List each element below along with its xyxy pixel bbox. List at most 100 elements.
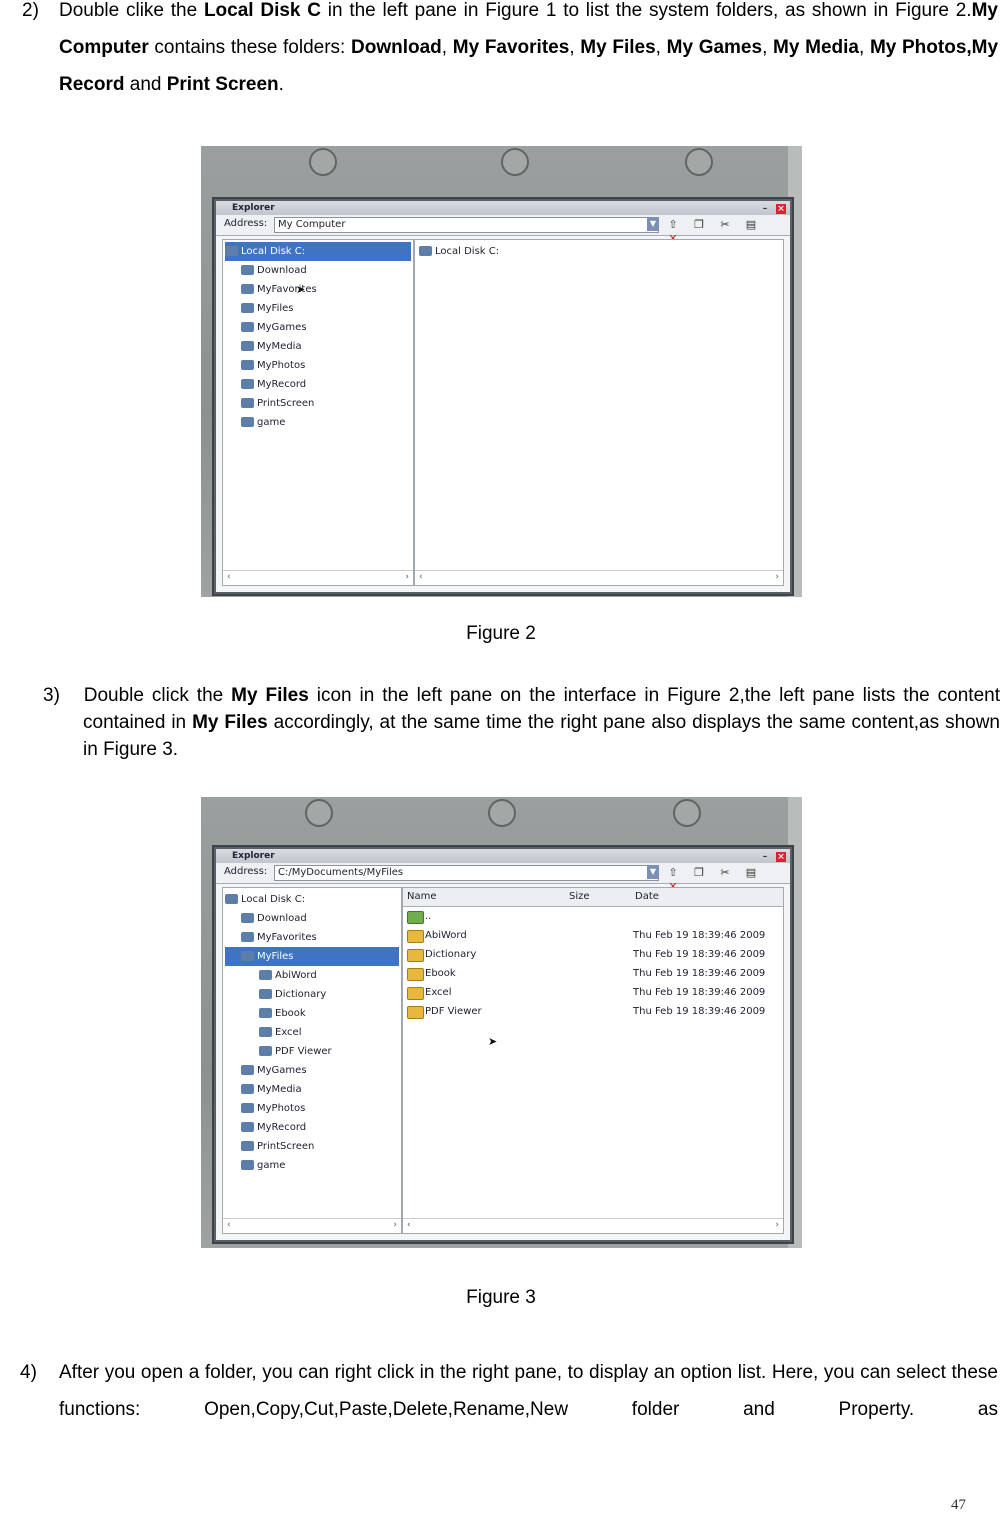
- folder-icon: [407, 949, 424, 962]
- up-row[interactable]: ..: [403, 907, 783, 926]
- tree-item[interactable]: PrintScreen: [225, 394, 411, 413]
- window-controls: – ×: [754, 202, 786, 216]
- tree-item[interactable]: game: [225, 1156, 399, 1175]
- scroll-right-icon[interactable]: ›: [775, 572, 779, 582]
- figure-2-photo: Explorer –× Address: My Computer ▼ ⇧❐✂▤✕…: [201, 146, 802, 597]
- figure-3-photo: Explorer – × Address: C:/MyDocuments/MyFi…: [201, 797, 802, 1248]
- left-pane[interactable]: Local Disk C: Download MyFavorites MyFiles…: [222, 239, 414, 586]
- paste-icon[interactable]: ▤: [744, 218, 758, 232]
- tree-subitem[interactable]: AbiWord: [225, 966, 399, 985]
- tree-item[interactable]: MyFiles: [225, 299, 411, 318]
- step-3-number: 3): [43, 685, 60, 706]
- tree-item[interactable]: MyMedia: [225, 1080, 399, 1099]
- file-date: Thu Feb 19 18:39:46 2009: [633, 930, 766, 941]
- tree-subitem[interactable]: PDF Viewer: [225, 1042, 399, 1061]
- address-input[interactable]: My Computer ▼: [274, 217, 659, 233]
- tree-item-selected[interactable]: MyFiles: [225, 947, 399, 966]
- tree-item[interactable]: Download: [225, 909, 399, 928]
- scroll-left-icon[interactable]: ‹: [227, 572, 231, 582]
- horizontal-scrollbar[interactable]: ‹ ›: [415, 570, 783, 585]
- folder-icon: [259, 970, 272, 980]
- scroll-right-icon[interactable]: ›: [775, 1220, 779, 1230]
- left-pane[interactable]: Local Disk C: Download MyFavorites MyFiles…: [222, 887, 402, 1234]
- file-date: Thu Feb 19 18:39:46 2009: [633, 1006, 766, 1017]
- tree-item[interactable]: MyFavorites: [225, 280, 411, 299]
- tree-item[interactable]: MyRecord: [225, 375, 411, 394]
- scroll-left-icon[interactable]: ‹: [407, 1220, 411, 1230]
- tree-item[interactable]: MyMedia: [225, 337, 411, 356]
- up-folder-icon[interactable]: ⇧: [666, 866, 680, 880]
- folder-icon: [241, 1122, 254, 1132]
- close-icon[interactable]: ×: [776, 852, 786, 862]
- bezel-hole: [685, 148, 713, 176]
- figure-2-caption: Figure 2: [466, 623, 536, 644]
- file-name: Ebook: [425, 968, 456, 979]
- paste-icon[interactable]: ▤: [744, 866, 758, 880]
- scroll-right-icon[interactable]: ›: [405, 572, 409, 582]
- tree-item[interactable]: MyPhotos: [225, 356, 411, 375]
- drive-icon: [225, 894, 238, 904]
- mouse-cursor-icon: ➤: [488, 1035, 498, 1048]
- up-folder-icon[interactable]: ⇧: [666, 218, 680, 232]
- tree-subitem[interactable]: Excel: [225, 1023, 399, 1042]
- tree-item[interactable]: PrintScreen: [225, 1137, 399, 1156]
- file-row[interactable]: AbiWord Thu Feb 19 18:39:46 2009: [403, 926, 783, 945]
- scroll-right-icon[interactable]: ›: [393, 1220, 397, 1230]
- step-4-text: After you open a folder, you can right c…: [59, 1362, 998, 1420]
- tree-root[interactable]: Local Disk C:: [225, 890, 399, 909]
- file-row[interactable]: Dictionary Thu Feb 19 18:39:46 2009: [403, 945, 783, 964]
- folder-icon: [241, 1103, 254, 1113]
- minimize-icon[interactable]: –: [760, 852, 770, 862]
- horizontal-scrollbar[interactable]: ‹ ›: [223, 570, 413, 585]
- folder-icon: [259, 1008, 272, 1018]
- file-row[interactable]: Excel Thu Feb 19 18:39:46 2009: [403, 983, 783, 1002]
- tree-subitem[interactable]: Dictionary: [225, 985, 399, 1004]
- step-2-text: Double clike the Local Disk C in the lef…: [59, 0, 999, 95]
- cut-icon[interactable]: ✂: [718, 218, 732, 232]
- chevron-down-icon[interactable]: ▼: [647, 217, 659, 231]
- window-titlebar: Explorer – ×: [216, 849, 790, 863]
- copy-icon[interactable]: ❐: [692, 218, 706, 232]
- tree-item[interactable]: MyPhotos: [225, 1099, 399, 1118]
- address-input[interactable]: C:/MyDocuments/MyFiles ▼: [274, 865, 659, 881]
- tree-item[interactable]: Download: [225, 261, 411, 280]
- drive-icon: [225, 246, 238, 256]
- file-date: Thu Feb 19 18:39:46 2009: [633, 949, 766, 960]
- copy-icon[interactable]: ❐: [692, 866, 706, 880]
- horizontal-scrollbar[interactable]: ‹ ›: [403, 1218, 783, 1233]
- right-pane-root[interactable]: Local Disk C:: [415, 242, 783, 261]
- file-name: Dictionary: [425, 949, 477, 960]
- step-4-number: 4): [20, 1362, 37, 1383]
- tree-item[interactable]: game: [225, 413, 411, 432]
- address-label: Address:: [224, 218, 268, 229]
- folder-tree: Local Disk C: Download MyFavorites MyFiles…: [225, 242, 411, 432]
- window-title: Explorer: [232, 203, 275, 213]
- tree-subitem[interactable]: Ebook: [225, 1004, 399, 1023]
- tree-root[interactable]: Local Disk C:: [225, 242, 411, 261]
- folder-icon: [407, 930, 424, 943]
- chevron-down-icon[interactable]: ▼: [647, 865, 659, 879]
- file-row[interactable]: Ebook Thu Feb 19 18:39:46 2009: [403, 964, 783, 983]
- window-title: Explorer: [232, 851, 275, 861]
- up-arrow-icon: [407, 911, 424, 924]
- right-pane[interactable]: Name Size Date .. AbiWord Thu Feb 19 18:3…: [402, 887, 784, 1234]
- step-4-paragraph: 4) After you open a folder, you can righ…: [20, 1354, 998, 1428]
- cut-icon[interactable]: ✂: [718, 866, 732, 880]
- file-row[interactable]: PDF Viewer Thu Feb 19 18:39:46 2009: [403, 1002, 783, 1021]
- folder-icon: [241, 360, 254, 370]
- horizontal-scrollbar[interactable]: ‹ ›: [223, 1218, 401, 1233]
- column-name[interactable]: Name: [407, 891, 437, 902]
- scroll-left-icon[interactable]: ‹: [419, 572, 423, 582]
- close-icon[interactable]: ×: [776, 204, 786, 214]
- tree-item[interactable]: MyGames: [225, 1061, 399, 1080]
- explorer-window: Explorer –× Address: My Computer ▼ ⇧❐✂▤✕…: [216, 201, 790, 592]
- figure-3-caption: Figure 3: [466, 1287, 536, 1308]
- right-pane[interactable]: Local Disk C: ‹ ›: [414, 239, 784, 586]
- tree-item[interactable]: MyGames: [225, 318, 411, 337]
- tree-item[interactable]: MyRecord: [225, 1118, 399, 1137]
- scroll-left-icon[interactable]: ‹: [227, 1220, 231, 1230]
- column-date[interactable]: Date: [635, 891, 659, 902]
- minimize-icon[interactable]: –: [760, 204, 770, 214]
- tree-item[interactable]: MyFavorites: [225, 928, 399, 947]
- column-size[interactable]: Size: [569, 891, 590, 902]
